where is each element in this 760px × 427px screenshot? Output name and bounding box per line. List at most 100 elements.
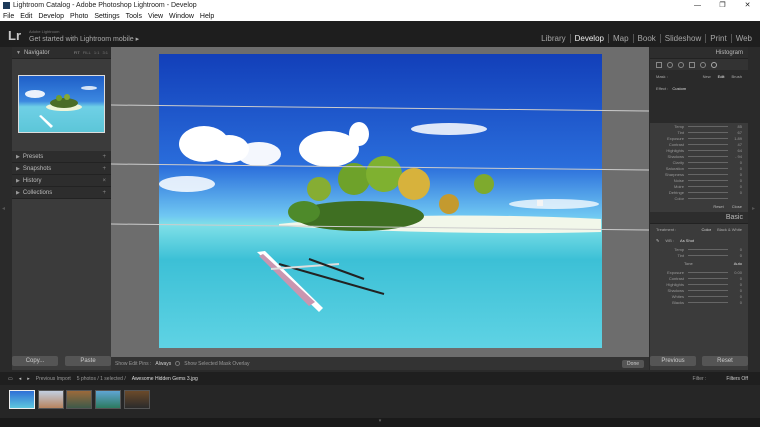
overlay-checkbox[interactable] (175, 361, 181, 366)
module-web[interactable]: Web (732, 34, 756, 43)
history-section[interactable]: ▶ History × (12, 175, 111, 187)
histogram[interactable]: Mask : New Edit Brush Effect : Custom (650, 59, 748, 123)
local-slider-value[interactable]: 47 (730, 142, 742, 147)
local-slider-value[interactable]: 0 (730, 184, 742, 189)
minimize-button[interactable]: — (685, 0, 710, 11)
local-reset-button[interactable]: Reset (713, 204, 723, 209)
tone-slider-track[interactable] (688, 277, 728, 279)
menu-settings[interactable]: Settings (94, 13, 119, 20)
copy-button[interactable]: Copy... (12, 356, 58, 366)
previous-button[interactable]: Previous (650, 356, 696, 366)
mask-edit[interactable]: Edit (718, 74, 725, 79)
tone-slider-track[interactable] (688, 301, 728, 303)
module-print[interactable]: Print (706, 34, 732, 43)
tone-slider-track[interactable] (688, 295, 728, 297)
nav-forward-icon[interactable]: ▸ (27, 376, 30, 382)
tone-slider[interactable]: Blacks 0 (650, 299, 748, 305)
filmstrip-thumb[interactable] (95, 390, 121, 409)
local-slider-track[interactable] (688, 149, 728, 151)
navigator-header[interactable]: ▼ Navigator FIT FILL 1:1 3:1 (12, 47, 111, 59)
tone-slider-value[interactable]: 0 (730, 276, 742, 281)
tone-slider-value[interactable]: 0 (730, 282, 742, 287)
menu-edit[interactable]: Edit (20, 13, 32, 20)
tone-slider-track[interactable] (688, 271, 728, 273)
edit-pins-select[interactable]: Always (155, 361, 171, 367)
basic-slider-value[interactable]: 0 (730, 253, 742, 258)
local-slider-track[interactable] (688, 197, 728, 199)
navigator-zoom-1-1[interactable]: 1:1 (94, 50, 100, 55)
local-slider-value[interactable]: 64 (730, 148, 742, 153)
local-slider-track[interactable] (688, 161, 728, 163)
treatment-color[interactable]: Color (702, 227, 712, 232)
add-preset-icon[interactable]: + (102, 154, 106, 160)
menu-help[interactable]: Help (200, 13, 214, 20)
filmstrip-thumb[interactable] (124, 390, 150, 409)
collapse-left-icon[interactable]: ◂ (2, 205, 5, 212)
menu-view[interactable]: View (148, 13, 163, 20)
reset-button[interactable]: Reset (702, 356, 748, 366)
mask-brush[interactable]: Brush (732, 74, 742, 79)
histogram-header[interactable]: Histogram (650, 47, 748, 59)
auto-tone-button[interactable]: Auto (734, 261, 742, 266)
image-canvas[interactable] (111, 47, 649, 357)
local-slider-value[interactable]: 67 (730, 130, 742, 135)
navigator-zoom-3-1[interactable]: 3:1 (102, 50, 108, 55)
collapse-filmstrip-icon[interactable]: ▾ (0, 418, 760, 427)
local-slider-value[interactable]: 1.89 (730, 136, 742, 141)
menu-tools[interactable]: Tools (126, 13, 142, 20)
effect-select[interactable]: Custom (672, 86, 686, 91)
main-photo[interactable] (159, 54, 602, 348)
local-slider-value[interactable]: 0 (730, 190, 742, 195)
local-slider-value[interactable]: 0 (730, 160, 742, 165)
wb-eyedropper-icon[interactable]: ✎ (656, 238, 659, 243)
get-started-link[interactable]: Get started with Lightroom mobile ▸ (29, 35, 139, 43)
navigator-zoom-fill[interactable]: FILL (83, 50, 91, 55)
menu-develop[interactable]: Develop (38, 13, 64, 20)
add-snapshot-icon[interactable]: + (102, 166, 106, 172)
adjustment-brush-icon[interactable] (711, 62, 717, 68)
tone-slider-value[interactable]: 0.00 (730, 270, 742, 275)
local-slider-value[interactable]: 0 (730, 172, 742, 177)
snapshots-section[interactable]: ▶ Snapshots + (12, 163, 111, 175)
basic-slider-track[interactable] (688, 254, 728, 256)
menu-file[interactable]: File (3, 13, 14, 20)
maximize-button[interactable]: ❐ (710, 0, 735, 11)
collections-section[interactable]: ▶ Collections + (12, 187, 111, 199)
collapse-right-icon[interactable]: ▸ (752, 205, 755, 212)
local-slider-track[interactable] (688, 125, 728, 127)
local-slider-value[interactable]: 0 (730, 178, 742, 183)
wb-select[interactable]: As Shot (680, 238, 694, 243)
local-slider-track[interactable] (688, 173, 728, 175)
grid-view-icon[interactable]: ▭ (8, 376, 13, 382)
filter-select[interactable]: Filters Off (726, 376, 748, 382)
import-source[interactable]: Previous Import (36, 376, 71, 382)
presets-section[interactable]: ▶ Presets + (12, 151, 111, 163)
basic-header[interactable]: Basic (650, 212, 748, 224)
graduated-filter-icon[interactable] (689, 62, 695, 68)
add-collection-icon[interactable]: + (102, 190, 106, 196)
tone-slider-track[interactable] (688, 289, 728, 291)
basic-slider-value[interactable]: 0 (730, 247, 742, 252)
module-library[interactable]: Library (537, 34, 571, 43)
tone-slider-track[interactable] (688, 283, 728, 285)
spot-removal-icon[interactable] (667, 62, 673, 68)
redeye-icon[interactable] (678, 62, 684, 68)
basic-slider-track[interactable] (688, 248, 728, 250)
nav-back-icon[interactable]: ◂ (19, 376, 22, 382)
local-slider-track[interactable] (688, 185, 728, 187)
local-close-button[interactable]: Close (732, 204, 742, 209)
local-slider-value[interactable]: - 94 (730, 154, 742, 159)
module-map[interactable]: Map (609, 34, 634, 43)
local-slider-track[interactable] (688, 137, 728, 139)
filmstrip-thumb[interactable] (38, 390, 64, 409)
local-slider-value[interactable]: 0 (730, 166, 742, 171)
close-button[interactable]: ✕ (735, 0, 760, 11)
module-book[interactable]: Book (634, 34, 661, 43)
local-slider-track[interactable] (688, 155, 728, 157)
navigator-preview[interactable] (18, 75, 105, 133)
filmstrip-thumb[interactable] (66, 390, 92, 409)
menu-window[interactable]: Window (169, 13, 194, 20)
mask-new[interactable]: New (703, 74, 711, 79)
tone-slider-value[interactable]: 0 (730, 300, 742, 305)
module-develop[interactable]: Develop (571, 34, 609, 43)
